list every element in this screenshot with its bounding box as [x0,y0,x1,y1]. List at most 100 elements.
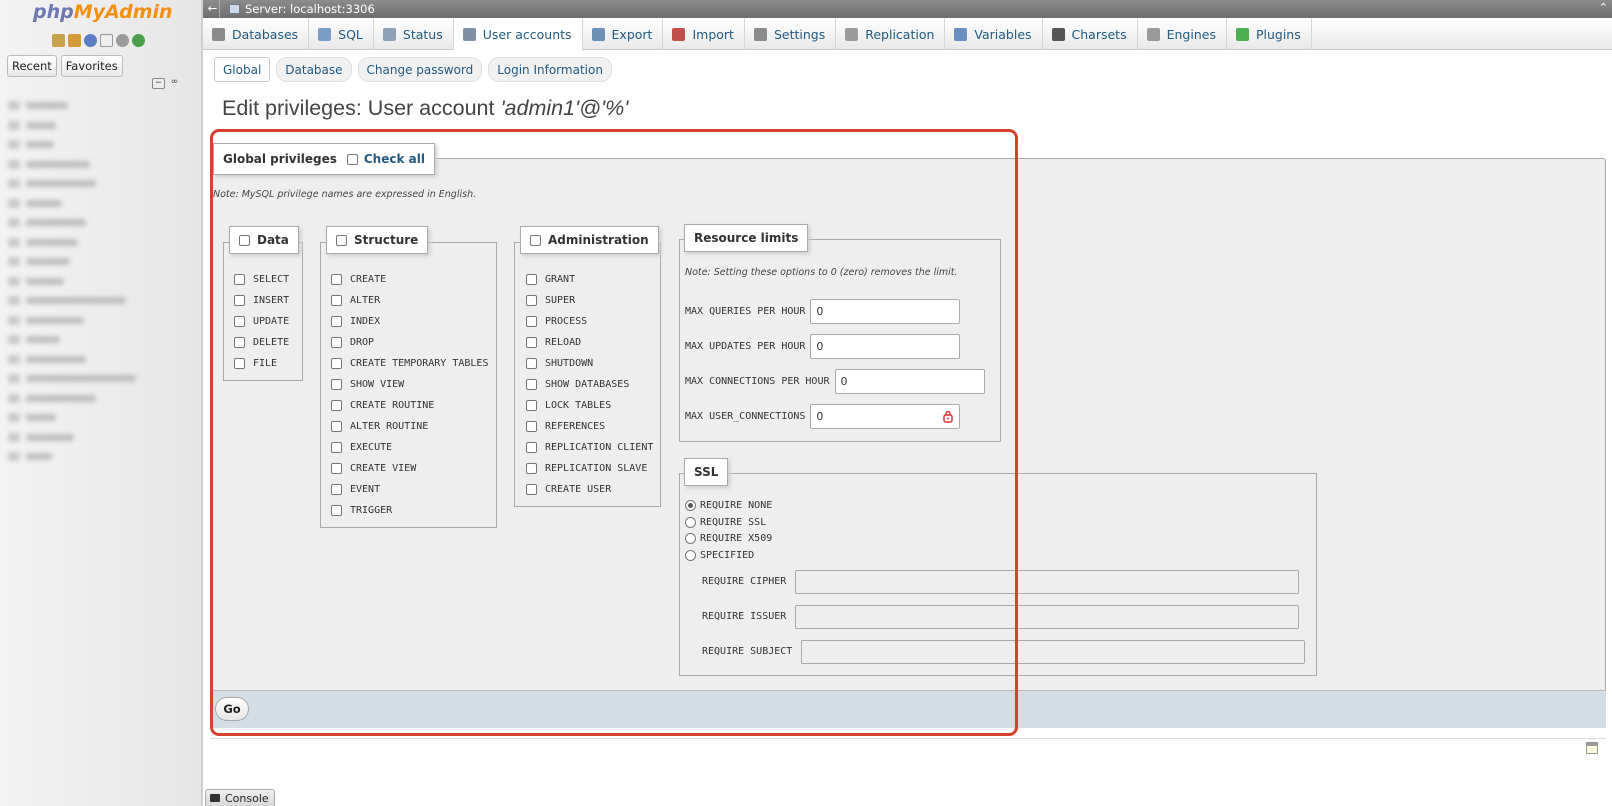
recent-button[interactable]: Recent [7,55,57,77]
create-routine-checkbox[interactable] [331,400,342,411]
privilege-reload[interactable]: RELOAD [526,332,653,353]
tree-item[interactable] [6,233,196,253]
phpmyadmin-logo[interactable]: phpMyAdmin [33,1,173,23]
document-icon[interactable] [100,34,113,47]
create-user-checkbox[interactable] [526,484,537,495]
privilege-execute[interactable]: EXECUTE [331,437,488,458]
require-ssl-radio[interactable] [685,517,696,528]
specified-radio[interactable] [685,550,696,561]
max-user-connections-input[interactable]: 0 [810,404,961,429]
show-view-checkbox[interactable] [331,379,342,390]
check-all-toggle[interactable]: Check all [346,152,425,166]
process-checkbox[interactable] [526,316,537,327]
insert-label[interactable]: INSERT [253,295,289,306]
drop-label[interactable]: DROP [350,337,374,348]
ssl-option-require-x509[interactable]: REQUIRE X509 [685,533,772,544]
server-title[interactable]: Server: localhost:3306 [245,2,375,16]
privilege-replication-client[interactable]: REPLICATION CLIENT [526,437,653,458]
replication-client-checkbox[interactable] [526,442,537,453]
file-label[interactable]: FILE [253,358,277,369]
create-view-checkbox[interactable] [331,463,342,474]
require-x509-radio[interactable] [685,533,696,544]
update-checkbox[interactable] [234,316,245,327]
lock-tables-checkbox[interactable] [526,400,537,411]
link-icon[interactable]: ∞ [168,78,181,89]
process-label[interactable]: PROCESS [545,316,587,327]
console-label[interactable]: Console [225,792,269,805]
privilege-replication-slave[interactable]: REPLICATION SLAVE [526,458,653,479]
tab-databases[interactable]: Databases [203,18,310,50]
create-routine-label[interactable]: CREATE ROUTINE [350,400,434,411]
alter-label[interactable]: ALTER [350,295,380,306]
create-temporary-tables-label[interactable]: CREATE TEMPORARY TABLES [350,358,488,369]
create-checkbox[interactable] [331,274,342,285]
delete-checkbox[interactable] [234,337,245,348]
privilege-super[interactable]: SUPER [526,290,653,311]
require-none-radio[interactable] [685,500,696,511]
privilege-select[interactable]: SELECT [234,269,289,290]
check-all-label[interactable]: Check all [364,152,425,166]
privilege-trigger[interactable]: TRIGGER [331,500,488,521]
super-checkbox[interactable] [526,295,537,306]
reload-checkbox[interactable] [526,337,537,348]
privilege-alter-routine[interactable]: ALTER ROUTINE [331,416,488,437]
privilege-update[interactable]: UPDATE [234,311,289,332]
lock-tables-label[interactable]: LOCK TABLES [545,400,611,411]
subtab-change-password[interactable]: Change password [357,57,483,82]
replication-client-label[interactable]: REPLICATION CLIENT [545,442,653,453]
privilege-create-user[interactable]: CREATE USER [526,479,653,500]
references-label[interactable]: REFERENCES [545,421,605,432]
ssl-option-require-none[interactable]: REQUIRE NONE [685,500,772,511]
create-user-label[interactable]: CREATE USER [545,484,611,495]
subtab-login-information[interactable]: Login Information [488,57,612,82]
tree-item[interactable] [6,213,196,233]
references-checkbox[interactable] [526,421,537,432]
tree-item[interactable] [6,389,196,409]
show-databases-label[interactable]: SHOW DATABASES [545,379,629,390]
tree-item[interactable] [6,272,196,292]
tree-item[interactable] [6,428,196,448]
privilege-delete[interactable]: DELETE [234,332,289,353]
favorites-button[interactable]: Favorites [60,55,123,77]
privilege-insert[interactable]: INSERT [234,290,289,311]
create-view-label[interactable]: CREATE VIEW [350,463,416,474]
tree-item[interactable] [6,116,196,136]
privilege-index[interactable]: INDEX [331,311,488,332]
tree-item[interactable] [6,330,196,350]
tree-item[interactable] [6,252,196,272]
privilege-create-routine[interactable]: CREATE ROUTINE [331,395,488,416]
grant-label[interactable]: GRANT [545,274,575,285]
subtab-database[interactable]: Database [276,57,352,82]
index-checkbox[interactable] [331,316,342,327]
create-temporary-tables-checkbox[interactable] [331,358,342,369]
tab-export[interactable]: Export [583,18,664,50]
drop-checkbox[interactable] [331,337,342,348]
privilege-references[interactable]: REFERENCES [526,416,653,437]
check-all-checkbox[interactable] [346,153,358,165]
privilege-lock-tables[interactable]: LOCK TABLES [526,395,653,416]
tree-item[interactable] [6,174,196,194]
notepad-icon[interactable] [1586,742,1598,754]
tree-item[interactable] [6,408,196,428]
tab-import[interactable]: Import [663,18,745,50]
create-label[interactable]: CREATE [350,274,386,285]
database-icon[interactable] [68,34,81,47]
execute-checkbox[interactable] [331,442,342,453]
max-updates-input[interactable]: 0 [810,334,961,359]
max-queries-input[interactable]: 0 [810,299,961,324]
privilege-show-view[interactable]: SHOW VIEW [331,374,488,395]
replication-slave-checkbox[interactable] [526,463,537,474]
tab-settings[interactable]: Settings [745,18,837,50]
replication-slave-label[interactable]: REPLICATION SLAVE [545,463,647,474]
execute-label[interactable]: EXECUTE [350,442,392,453]
delete-label[interactable]: DELETE [253,337,289,348]
super-label[interactable]: SUPER [545,295,575,306]
tree-item[interactable] [6,135,196,155]
home-icon[interactable] [52,34,65,47]
tree-item[interactable] [6,350,196,370]
require-ssl-label[interactable]: REQUIRE SSL [700,517,766,528]
go-button[interactable]: Go [215,697,249,721]
tab-charsets[interactable]: Charsets [1043,18,1138,50]
help-icon[interactable] [84,34,97,47]
ssl-option-require-ssl[interactable]: REQUIRE SSL [685,517,766,528]
